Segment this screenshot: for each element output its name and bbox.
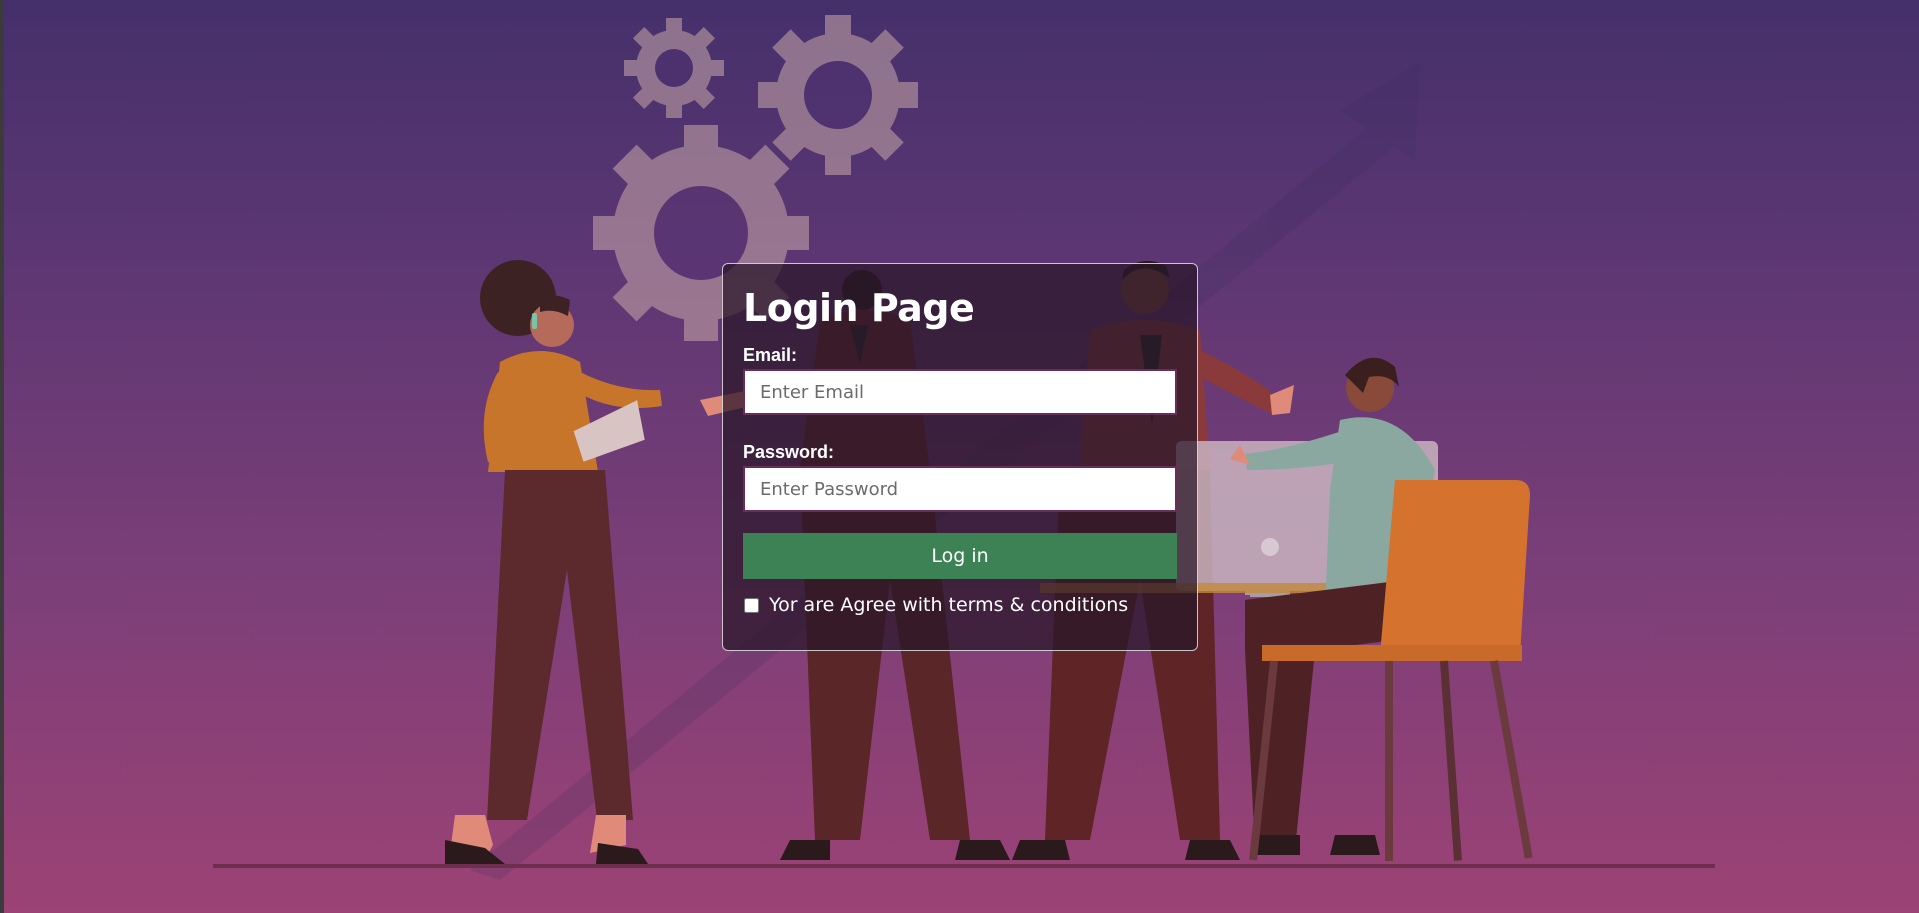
login-page: Login Page Email: Password: Log in Yor a… xyxy=(0,0,1919,913)
email-label: Email: xyxy=(743,345,798,365)
login-card: Login Page Email: Password: Log in Yor a… xyxy=(722,263,1198,651)
terms-checkbox[interactable] xyxy=(744,597,759,613)
page-title: Login Page xyxy=(743,286,975,330)
password-label: Password: xyxy=(743,442,835,462)
terms-row: Yor are Agree with terms & conditions xyxy=(743,594,1177,616)
password-input[interactable] xyxy=(743,466,1177,512)
ground-line xyxy=(213,864,1715,868)
email-input[interactable] xyxy=(743,369,1177,415)
terms-label[interactable]: Yor are Agree with terms & conditions xyxy=(769,594,1128,616)
login-button[interactable]: Log in xyxy=(743,533,1177,579)
